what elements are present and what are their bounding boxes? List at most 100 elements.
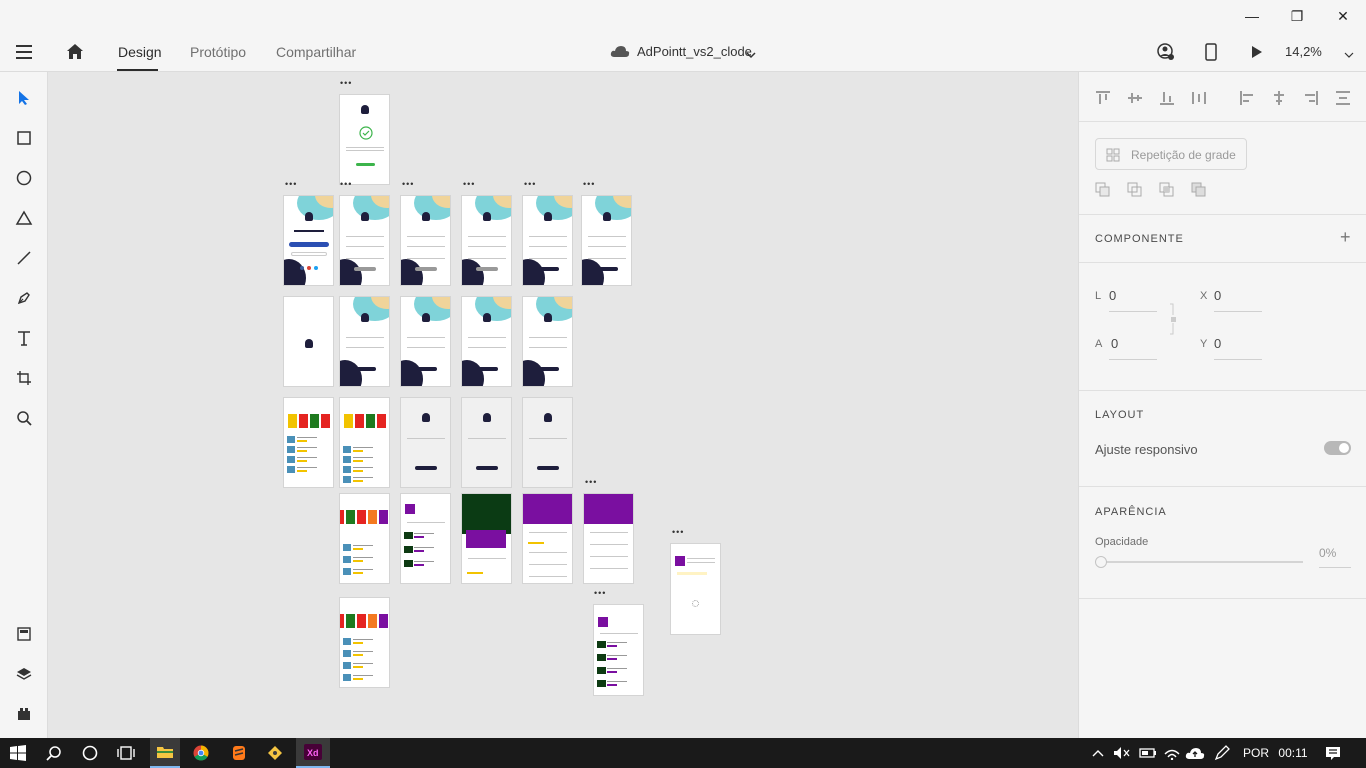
zoom-tool-icon[interactable] <box>10 404 38 432</box>
x-field[interactable]: 0 <box>1214 288 1221 303</box>
boolean-add-icon[interactable] <box>1095 182 1111 201</box>
artboard-login-form[interactable] <box>339 195 390 286</box>
artboard-splash[interactable] <box>283 296 334 387</box>
minimize-button[interactable]: — <box>1229 0 1275 32</box>
artboard-signup[interactable] <box>461 296 512 387</box>
artboard-tool-icon[interactable] <box>10 364 38 392</box>
input-language[interactable]: POR <box>1238 738 1274 768</box>
pen-workspace-icon[interactable] <box>1210 738 1234 768</box>
artboard-menu-dots[interactable]: ••• <box>463 180 475 189</box>
align-right-icon[interactable] <box>1303 90 1319 109</box>
adobe-xd-icon[interactable]: Xd <box>296 738 330 768</box>
boolean-intersect-icon[interactable] <box>1159 182 1175 201</box>
document-title[interactable]: AdPointt_vs2_clode <box>637 44 752 59</box>
artboard-menu-dots[interactable]: ••• <box>524 180 536 189</box>
artboard-loading[interactable] <box>670 543 721 635</box>
close-button[interactable]: ✕ <box>1320 0 1366 32</box>
y-field[interactable]: 0 <box>1214 336 1221 351</box>
align-bottom-icon[interactable] <box>1159 90 1175 109</box>
artboard-detail-list[interactable] <box>593 604 644 696</box>
zoom-chevron-down-icon[interactable] <box>1344 47 1354 65</box>
artboard-form[interactable] <box>400 397 451 488</box>
artboard-menu-dots[interactable]: ••• <box>672 528 684 537</box>
align-middle-icon[interactable] <box>1127 90 1143 109</box>
artboard-menu-dots[interactable]: ••• <box>340 180 352 189</box>
artboard-signup[interactable] <box>400 296 451 387</box>
chevron-down-icon[interactable] <box>746 47 756 65</box>
artboard-login-form[interactable] <box>461 195 512 286</box>
artboard-event-photo[interactable] <box>461 493 512 584</box>
artboard-login-form[interactable] <box>400 195 451 286</box>
repeat-grid-button[interactable]: Repetição de grade <box>1095 138 1247 170</box>
artboard-menu-dots[interactable]: ••• <box>402 180 414 189</box>
artboard-success[interactable] <box>339 94 390 185</box>
pen-tool-icon[interactable] <box>10 284 38 312</box>
hamburger-menu-icon[interactable] <box>16 45 32 59</box>
opacity-slider[interactable] <box>1095 556 1303 568</box>
sublime-icon[interactable] <box>224 738 254 768</box>
plugins-panel-icon[interactable] <box>10 700 38 728</box>
system-tray-chevron-up-icon[interactable] <box>1088 738 1108 768</box>
action-center-icon[interactable] <box>1318 738 1348 768</box>
artboard-menu-dots[interactable]: ••• <box>285 180 297 189</box>
text-tool-icon[interactable] <box>10 324 38 352</box>
play-icon[interactable] <box>1251 45 1263 64</box>
zoom-level[interactable]: 14,2% <box>1285 44 1322 59</box>
lock-ratio-icon[interactable] <box>1169 303 1177 340</box>
task-view-icon[interactable] <box>108 738 144 768</box>
artboard-detail-list[interactable] <box>400 493 451 584</box>
onedrive-sync-icon[interactable] <box>1184 738 1206 768</box>
restore-button[interactable]: ❐ <box>1274 0 1320 32</box>
artboard-menu-dots[interactable]: ••• <box>340 79 352 88</box>
mobile-preview-icon[interactable] <box>1205 43 1217 66</box>
select-tool-icon[interactable] <box>10 84 38 112</box>
width-field[interactable]: 0 <box>1109 288 1116 303</box>
artboard-form[interactable] <box>522 397 573 488</box>
artboard-menu-dots[interactable]: ••• <box>585 478 597 487</box>
responsive-resize-toggle[interactable] <box>1324 441 1351 455</box>
artboard-welcome[interactable] <box>283 195 334 286</box>
opacity-value[interactable]: 0% <box>1319 546 1336 560</box>
align-left-icon[interactable] <box>1239 90 1255 109</box>
distribute-icon[interactable] <box>1191 90 1207 109</box>
artboard-login-form[interactable] <box>522 195 573 286</box>
boolean-subtract-icon[interactable] <box>1127 182 1143 201</box>
align-top-icon[interactable] <box>1095 90 1111 109</box>
boolean-exclude-icon[interactable] <box>1191 182 1207 201</box>
distribute-vertical-icon[interactable] <box>1335 90 1351 109</box>
ellipse-tool-icon[interactable] <box>10 164 38 192</box>
tab-design[interactable]: Design <box>118 44 162 60</box>
artboard-categories[interactable] <box>339 597 390 688</box>
rectangle-tool-icon[interactable] <box>10 124 38 152</box>
artboard-comments[interactable] <box>583 493 634 584</box>
home-icon[interactable] <box>66 43 84 61</box>
artboard-signup[interactable] <box>339 296 390 387</box>
artboard-menu-dots[interactable]: ••• <box>594 589 606 598</box>
artboard-signup[interactable] <box>522 296 573 387</box>
design-canvas[interactable]: ••• ••• ••• ••• ••• ••• ••• ••• ••• ••• <box>48 72 1078 738</box>
artboard-reviews[interactable] <box>522 493 573 584</box>
file-explorer-icon[interactable] <box>150 738 180 768</box>
align-center-icon[interactable] <box>1271 90 1287 109</box>
artboard-home[interactable] <box>339 397 390 488</box>
wifi-icon[interactable] <box>1160 738 1184 768</box>
user-invite-icon[interactable] <box>1157 43 1175 66</box>
artboard-form[interactable] <box>461 397 512 488</box>
tab-share[interactable]: Compartilhar <box>276 44 356 60</box>
search-icon[interactable] <box>36 738 72 768</box>
clock[interactable]: 00:11 <box>1272 738 1314 768</box>
artboard-categories[interactable] <box>339 493 390 584</box>
artboard-home[interactable] <box>283 397 334 488</box>
add-component-icon[interactable]: + <box>1340 227 1351 248</box>
height-field[interactable]: 0 <box>1111 336 1118 351</box>
artboard-menu-dots[interactable]: ••• <box>583 180 595 189</box>
line-tool-icon[interactable] <box>10 244 38 272</box>
windows-start-icon[interactable] <box>0 738 36 768</box>
artboard-login-form[interactable] <box>581 195 632 286</box>
layers-panel-icon[interactable] <box>10 660 38 688</box>
chrome-icon[interactable] <box>186 738 216 768</box>
assets-panel-icon[interactable] <box>10 620 38 648</box>
cortana-icon[interactable] <box>72 738 108 768</box>
volume-muted-icon[interactable] <box>1110 738 1134 768</box>
tab-prototype[interactable]: Protótipo <box>190 44 246 60</box>
